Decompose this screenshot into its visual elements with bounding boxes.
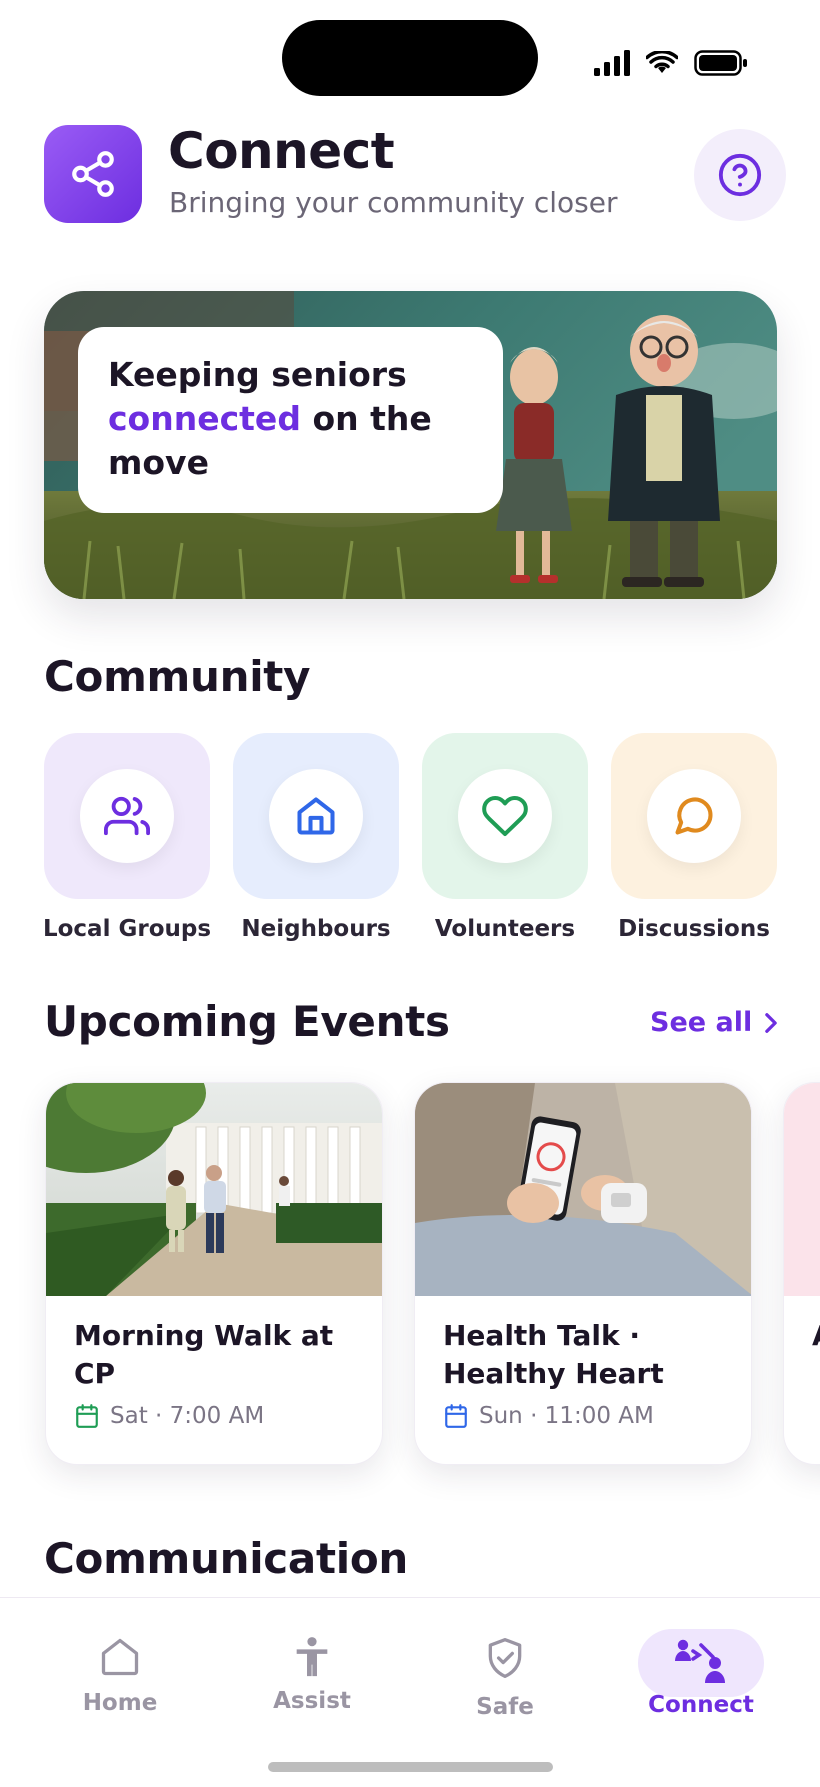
nav-home[interactable]: Home xyxy=(45,1634,195,1716)
community-tile-volunteers[interactable] xyxy=(422,733,588,899)
hero-line-1: Keeping seniors xyxy=(108,355,407,394)
battery-icon xyxy=(694,50,747,76)
hero-banner[interactable]: Keeping seniors connected on the move xyxy=(44,291,777,599)
phone-screen: Connect Bringing your community closer K… xyxy=(0,0,820,1787)
event-card[interactable]: A W xyxy=(783,1082,820,1465)
app-logo xyxy=(44,125,142,223)
hero-line-2: on the xyxy=(300,399,432,438)
home-icon xyxy=(101,1638,139,1676)
nav-assist-label: Assist xyxy=(273,1688,351,1714)
event-meta: Sun · 11:00 AM xyxy=(443,1403,654,1429)
connect-icon xyxy=(675,1639,725,1683)
share-icon xyxy=(72,151,114,197)
home-icon xyxy=(297,797,335,835)
nav-safe-label: Safe xyxy=(476,1694,534,1720)
events-heading: Upcoming Events xyxy=(44,997,450,1046)
nav-connect-label: Connect xyxy=(648,1692,754,1718)
nav-connect[interactable]: Connect xyxy=(626,1636,776,1718)
home-indicator[interactable] xyxy=(268,1762,553,1772)
event-card[interactable]: Morning Walk at CP Sat · 7:00 AM xyxy=(45,1082,383,1465)
event-photo-health-talk xyxy=(415,1083,751,1296)
status-bar xyxy=(594,50,748,76)
calendar-icon xyxy=(76,1404,98,1428)
dynamic-island xyxy=(282,20,538,96)
event-title: Morning Walk at CP xyxy=(74,1319,334,1390)
hero-heading: Keeping seniors connected on the move xyxy=(108,353,473,485)
communication-heading: Communication xyxy=(44,1534,408,1583)
tile-label-neighbours: Neighbours xyxy=(241,916,391,942)
shield-icon xyxy=(488,1638,522,1678)
event-photo-partial xyxy=(784,1083,820,1296)
wifi-icon xyxy=(646,51,678,73)
event-title: Health Talk · Healthy Heart xyxy=(443,1319,664,1390)
nav-home-label: Home xyxy=(82,1690,158,1716)
tile-label-volunteers: Volunteers xyxy=(434,916,576,942)
community-tile-neighbours[interactable] xyxy=(233,733,399,899)
accessibility-icon xyxy=(296,1637,328,1677)
see-all-label: See all xyxy=(650,1007,753,1038)
event-datetime: Sat · 7:00 AM xyxy=(110,1403,265,1429)
users-icon xyxy=(104,796,150,836)
calendar-icon xyxy=(445,1404,467,1428)
community-tile-discussions[interactable] xyxy=(611,733,777,899)
tile-label-local-groups: Local Groups xyxy=(42,916,212,942)
event-title: A W xyxy=(812,1317,820,1355)
heart-icon xyxy=(482,795,528,836)
see-all-link[interactable]: See all xyxy=(650,1007,780,1038)
event-photo-morning-walk xyxy=(46,1083,382,1296)
help-button[interactable] xyxy=(694,129,786,221)
community-tile-local-groups[interactable] xyxy=(44,733,210,899)
page-title: Connect xyxy=(168,122,395,180)
chevron-right-icon xyxy=(765,1012,777,1033)
event-card[interactable]: Health Talk · Healthy Heart Sun · 11:00 … xyxy=(414,1082,752,1465)
cellular-signal-icon xyxy=(594,50,630,76)
tile-label-discussions: Discussions xyxy=(618,916,770,942)
hero-accent-word: connected xyxy=(108,399,301,438)
page-subtitle: Bringing your community closer xyxy=(169,186,618,219)
event-meta: Sat · 7:00 AM xyxy=(74,1403,264,1429)
chat-icon xyxy=(675,797,713,835)
hero-line-3: move xyxy=(108,443,209,482)
event-datetime: Sun · 11:00 AM xyxy=(479,1403,654,1429)
community-heading: Community xyxy=(44,652,311,701)
help-icon xyxy=(718,153,762,197)
hero-caption-card: Keeping seniors connected on the move xyxy=(78,327,503,513)
nav-assist[interactable]: Assist xyxy=(237,1634,387,1714)
nav-safe[interactable]: Safe xyxy=(430,1634,580,1720)
